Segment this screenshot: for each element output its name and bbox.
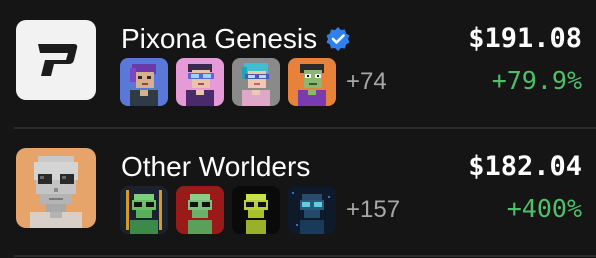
pixel-alien-red-bg-icon[interactable]: [176, 186, 224, 234]
pixel-avatar-blue-hair-icon[interactable]: [120, 58, 168, 106]
floor-price: $191.08: [468, 23, 582, 54]
collections-list: Pixona Genesis +74 $191.08 +79.9% Other …: [0, 0, 596, 258]
thumbnail-strip: +157: [120, 186, 400, 234]
more-items-count: +157: [346, 196, 401, 223]
collection-name[interactable]: Other Worlders: [121, 150, 310, 184]
more-items-count: +74: [346, 68, 387, 95]
price-change: +400%: [506, 194, 582, 223]
collection-row-pixona-genesis[interactable]: Pixona Genesis +74 $191.08 +79.9%: [0, 0, 596, 128]
floor-price: $182.04: [468, 151, 582, 182]
alien-portrait-logo-icon[interactable]: [16, 148, 96, 228]
pixel-avatar-goggles-pink-icon[interactable]: [176, 58, 224, 106]
verified-badge-icon: [325, 26, 351, 52]
thumbnail-strip: +74: [120, 58, 387, 106]
collection-row-other-worlders[interactable]: Other Worlders +157 $182.04 +400%: [0, 128, 596, 256]
pixel-alien-ghost-icon[interactable]: [288, 186, 336, 234]
pixel-alien-yellow-icon[interactable]: [232, 186, 280, 234]
collection-name[interactable]: Pixona Genesis: [121, 22, 317, 56]
pixona-p-logo-icon[interactable]: [16, 20, 96, 100]
row-divider: [14, 255, 596, 257]
pixel-alien-green-icon[interactable]: [120, 186, 168, 234]
price-change: +79.9%: [491, 66, 582, 95]
pixel-avatar-cyan-hair-icon[interactable]: [232, 58, 280, 106]
pixel-avatar-green-zombie-icon[interactable]: [288, 58, 336, 106]
